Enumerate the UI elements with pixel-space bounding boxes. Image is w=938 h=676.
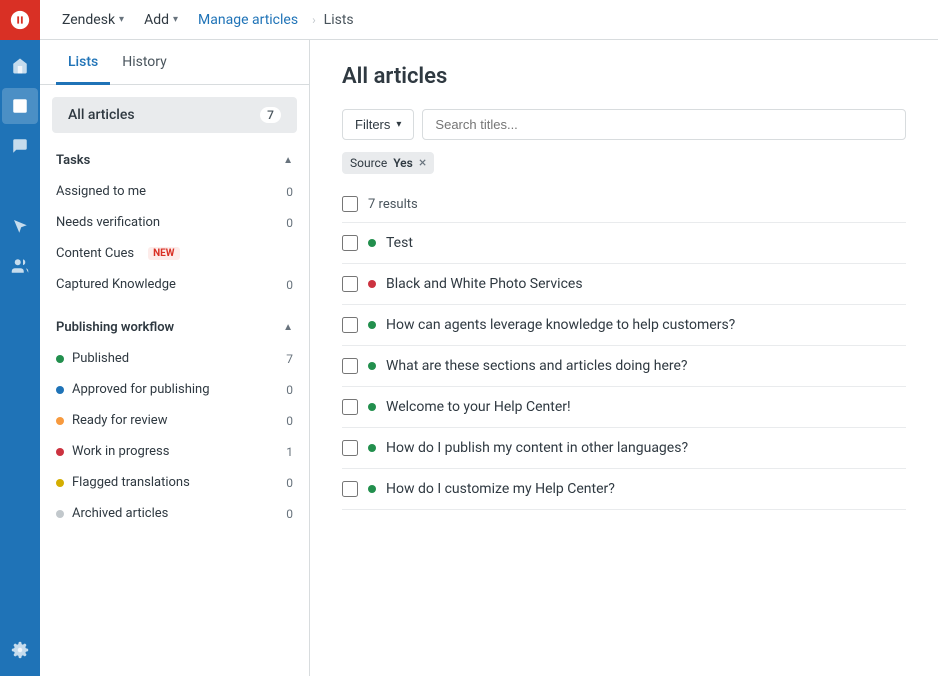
select-all-checkbox[interactable]: [342, 196, 358, 212]
toolbar: Filters ▾: [342, 109, 906, 140]
breadcrumb-separator: ›: [312, 13, 316, 27]
article-status-dot-5: [368, 444, 376, 452]
new-badge: NEW: [148, 247, 179, 260]
wip-dot: [56, 448, 64, 456]
icon-bar-bottom: [2, 632, 38, 676]
article-title-3[interactable]: What are these sections and articles doi…: [386, 358, 688, 374]
publishing-items: Published 7 Approved for publishing 0: [40, 343, 309, 529]
breadcrumb-lists: Lists: [324, 12, 354, 28]
publishing-section: Publishing workflow ▲ Published 7: [40, 316, 309, 529]
article-title-5[interactable]: How do I publish my content in other lan…: [386, 440, 688, 456]
article-item-5: How do I publish my content in other lan…: [342, 428, 906, 469]
tab-lists[interactable]: Lists: [56, 40, 110, 85]
sidebar-item-flagged[interactable]: Flagged translations 0: [40, 467, 309, 498]
article-checkbox-1[interactable]: [342, 276, 358, 292]
article-status-dot-4: [368, 403, 376, 411]
article-item-6: How do I customize my Help Center?: [342, 469, 906, 510]
page-title: All articles: [342, 64, 906, 89]
sidebar-item-content-cues[interactable]: Content Cues NEW: [40, 238, 309, 269]
article-item-1: Black and White Photo Services: [342, 264, 906, 305]
sidebar-item-work-in-progress[interactable]: Work in progress 1: [40, 436, 309, 467]
article-title-0[interactable]: Test: [386, 235, 413, 251]
article-title-2[interactable]: How can agents leverage knowledge to hel…: [386, 317, 735, 333]
content-area: Lists History All articles 7 Tasks ▲: [40, 40, 938, 676]
publishing-header[interactable]: Publishing workflow ▲: [40, 316, 309, 343]
article-checkbox-5[interactable]: [342, 440, 358, 456]
article-checkbox-4[interactable]: [342, 399, 358, 415]
filters-button[interactable]: Filters ▾: [342, 109, 414, 140]
articles-icon[interactable]: [2, 88, 38, 124]
article-item-4: Welcome to your Help Center!: [342, 387, 906, 428]
all-articles-label: All articles: [68, 107, 135, 123]
icon-bar: [0, 0, 40, 676]
approved-dot: [56, 386, 64, 394]
article-checkbox-6[interactable]: [342, 481, 358, 497]
article-item-2: How can agents leverage knowledge to hel…: [342, 305, 906, 346]
filter-chevron-icon: ▾: [396, 119, 401, 130]
article-checkbox-2[interactable]: [342, 317, 358, 333]
tasks-header[interactable]: Tasks ▲: [40, 149, 309, 176]
icon-bar-items: [2, 40, 38, 632]
add-nav[interactable]: Add ▾: [138, 8, 184, 32]
article-checkbox-3[interactable]: [342, 358, 358, 374]
home-icon[interactable]: [2, 48, 38, 84]
settings-icon[interactable]: [2, 632, 38, 668]
chat-icon[interactable]: [2, 128, 38, 164]
article-title-4[interactable]: Welcome to your Help Center!: [386, 399, 571, 415]
article-item-3: What are these sections and articles doi…: [342, 346, 906, 387]
app-logo[interactable]: [0, 0, 40, 40]
cursor-icon[interactable]: [2, 208, 38, 244]
manage-articles-nav[interactable]: Manage articles: [192, 8, 304, 32]
article-status-dot-1: [368, 280, 376, 288]
filter-tag-value: Yes: [393, 156, 413, 170]
tasks-items: Assigned to me 0 Needs verification 0: [40, 176, 309, 300]
results-count: 7 results: [342, 186, 906, 223]
tasks-section: Tasks ▲ Assigned to me 0 Needs verif: [40, 149, 309, 300]
people-icon[interactable]: [2, 248, 38, 284]
sidebar-item-archived[interactable]: Archived articles 0: [40, 498, 309, 529]
sidebar-tabs: Lists History: [40, 40, 309, 85]
sidebar-item-needs-verification[interactable]: Needs verification 0: [40, 207, 309, 238]
article-status-dot-2: [368, 321, 376, 329]
tasks-chevron: ▲: [283, 155, 293, 166]
all-articles-count: 7: [260, 107, 281, 123]
tab-history[interactable]: History: [110, 40, 179, 85]
sidebar-item-approved[interactable]: Approved for publishing 0: [40, 374, 309, 405]
sidebar-content: All articles 7 Tasks ▲ Assigned to me: [40, 85, 309, 541]
published-dot: [56, 355, 64, 363]
filter-tag-close[interactable]: ×: [419, 156, 426, 170]
article-title-1[interactable]: Black and White Photo Services: [386, 276, 583, 292]
article-item-0: Test: [342, 223, 906, 264]
flagged-dot: [56, 479, 64, 487]
zendesk-nav[interactable]: Zendesk ▾: [56, 8, 130, 32]
sidebar-item-published[interactable]: Published 7: [40, 343, 309, 374]
search-input[interactable]: [422, 109, 906, 140]
article-status-dot-0: [368, 239, 376, 247]
ready-dot: [56, 417, 64, 425]
all-articles-item[interactable]: All articles 7: [52, 97, 297, 133]
article-list: Test Black and White Photo Services How …: [342, 223, 906, 510]
sidebar-item-assigned[interactable]: Assigned to me 0: [40, 176, 309, 207]
main-content: All articles Filters ▾ Source Yes ×: [310, 40, 938, 676]
archived-dot: [56, 510, 64, 518]
filter-tag-label: Source: [350, 156, 387, 170]
article-checkbox-0[interactable]: [342, 235, 358, 251]
article-title-6[interactable]: How do I customize my Help Center?: [386, 481, 615, 497]
main-container: Zendesk ▾ Add ▾ Manage articles › Lists …: [40, 0, 938, 676]
sidebar: Lists History All articles 7 Tasks ▲: [40, 40, 310, 676]
top-nav: Zendesk ▾ Add ▾ Manage articles › Lists: [40, 0, 938, 40]
sidebar-item-ready[interactable]: Ready for review 0: [40, 405, 309, 436]
active-filter-tag: Source Yes ×: [342, 152, 906, 186]
publishing-chevron: ▲: [283, 322, 293, 333]
sidebar-item-captured-knowledge[interactable]: Captured Knowledge 0: [40, 269, 309, 300]
article-status-dot-3: [368, 362, 376, 370]
menu-icon[interactable]: [2, 168, 38, 204]
article-status-dot-6: [368, 485, 376, 493]
